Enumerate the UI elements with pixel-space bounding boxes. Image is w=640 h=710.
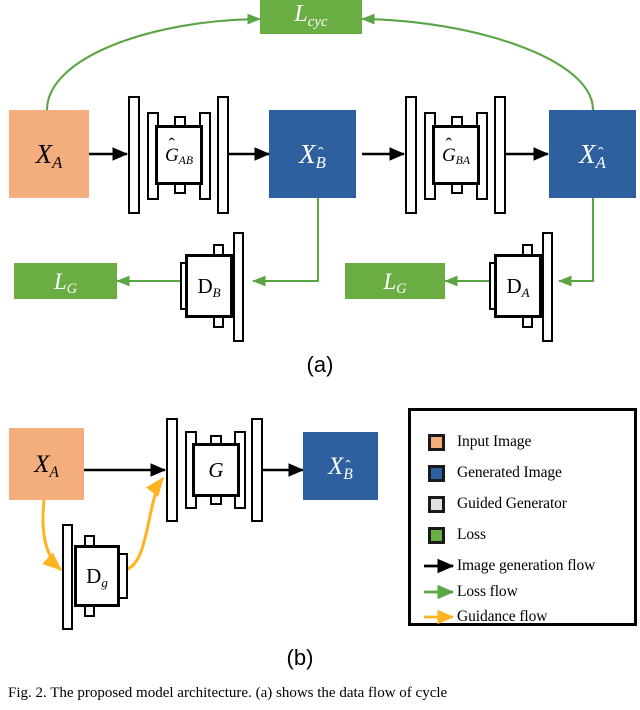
legend-label-loss: Loss — [457, 526, 486, 543]
generator-outer-bar-right — [217, 96, 229, 214]
generator-ba-label: ̂GBA — [441, 144, 471, 168]
node-x-a-label: XA — [35, 138, 63, 173]
legend-label-image-generation-flow: Image generation flow — [457, 557, 596, 574]
panel-b-node-x-b-hat-label: X̂B — [328, 452, 353, 483]
panel-b-caption: (b) — [286, 645, 314, 670]
generator-outer-bar-right — [494, 96, 506, 214]
loss-cyc-block: Lcyc — [260, 0, 362, 34]
generator-ab-core: ̂GAB — [155, 125, 203, 185]
generator-outer-bar-left — [128, 96, 140, 214]
legend-label-generated-image: Generated Image — [457, 464, 562, 481]
generator-ba-core: ̂GBA — [432, 125, 480, 185]
generator-ab-label: ̂GAB — [164, 144, 194, 168]
loss-g-right-block: LG — [345, 263, 445, 299]
discriminator-a-core: DA — [494, 254, 542, 318]
figure-canvas: Lcyc XA ̂GAB X̂B — [0, 0, 640, 710]
node-x-b-hat: X̂B — [269, 110, 356, 198]
discriminator-g-core: Dg — [74, 545, 120, 607]
legend-panel: Input Image Generated Image Guided Gener… — [408, 408, 637, 626]
legend-item-generated-image: Generated Image — [428, 464, 562, 482]
discriminator-a-module: DA — [489, 232, 561, 342]
guided-generator-core: G — [192, 443, 240, 497]
discriminator-g-module: Dg — [62, 524, 132, 630]
node-x-b-hat-label: X̂B — [299, 138, 326, 173]
discriminator-a-label: DA — [506, 273, 530, 300]
guided-generator-label: G — [208, 457, 224, 482]
node-x-a-hat-label: X̂A — [579, 138, 606, 173]
node-x-a: XA — [9, 110, 89, 198]
discriminator-bar-left-tall — [62, 524, 73, 630]
discriminator-b-core: DB — [185, 254, 233, 318]
loss-g-left-label: LG — [53, 268, 78, 298]
panel-a-caption: (a) — [306, 352, 334, 377]
generator-outer-bar-right — [251, 418, 263, 522]
legend-swatch-loss — [428, 526, 445, 544]
node-x-a-hat: X̂A — [549, 110, 636, 198]
generator-ba-module: ̂GBA — [404, 96, 506, 214]
guided-generator-module: G — [165, 418, 263, 522]
generator-ab-module: ̂GAB — [127, 96, 229, 214]
generator-outer-bar-left — [166, 418, 178, 522]
legend-label-guidance-flow: Guidance flow — [457, 608, 548, 625]
legend-swatch-generated-image — [428, 464, 445, 482]
figure-caption-text: The proposed model architecture. (a) sho… — [50, 685, 448, 701]
loss-g-left-block: LG — [14, 263, 117, 299]
legend-label-loss-flow: Loss flow — [457, 583, 518, 600]
panel-b-node-x-a: XA — [9, 428, 84, 500]
legend-item-guided-generator: Guided Generator — [428, 495, 567, 513]
loss-g-right-label: LG — [383, 268, 407, 298]
panel-b-node-x-a-label: XA — [34, 450, 59, 481]
legend-label-guided-generator: Guided Generator — [457, 495, 567, 512]
discriminator-b-label: DB — [197, 273, 221, 300]
legend-item-loss-flow: Loss flow — [457, 583, 518, 601]
generator-outer-bar-left — [405, 96, 417, 214]
legend-swatch-input-image — [428, 433, 445, 451]
panel-b-node-x-b-hat: X̂B — [303, 432, 378, 500]
figure-caption: Fig. 2. The proposed model architecture.… — [8, 684, 636, 704]
discriminator-g-label: Dg — [86, 563, 108, 590]
legend-swatch-guided-generator — [428, 495, 445, 513]
legend-item-loss: Loss — [428, 526, 486, 544]
legend-label-input-image: Input Image — [457, 433, 532, 450]
legend-item-input-image: Input Image — [428, 433, 531, 451]
figure-caption-label: Fig. 2. — [8, 685, 47, 701]
loss-cyc-label: Lcyc — [294, 1, 328, 30]
discriminator-bar-right-tall — [542, 232, 553, 342]
legend-item-guidance-flow: Guidance flow — [457, 608, 547, 626]
discriminator-b-module: DB — [180, 232, 252, 342]
legend-item-image-generation-flow: Image generation flow — [457, 557, 595, 575]
discriminator-bar-right-tall — [233, 232, 244, 342]
